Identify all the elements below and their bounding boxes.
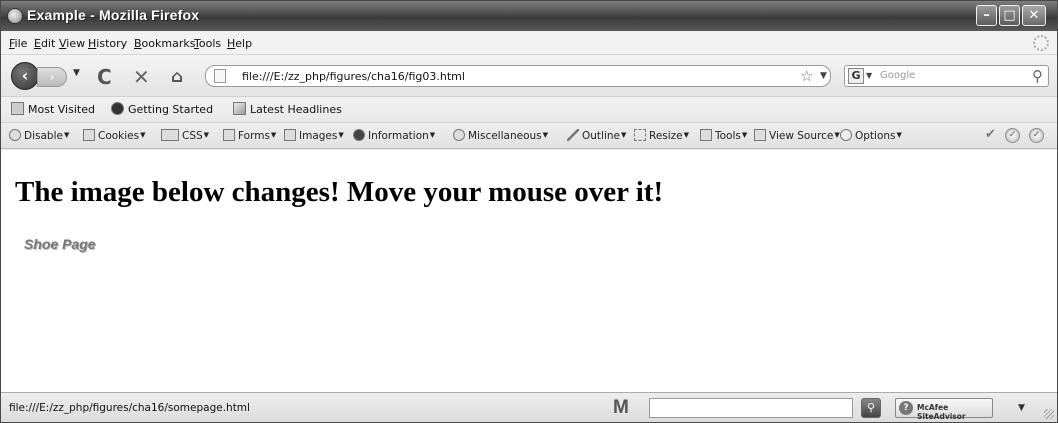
options-icon bbox=[840, 129, 852, 141]
dev-tools[interactable]: Tools▼ bbox=[700, 129, 747, 142]
bookmark-label: Most Visited bbox=[28, 103, 95, 116]
dev-label: CSS bbox=[182, 130, 203, 142]
url-bar[interactable]: file:///E:/zz_php/figures/cha16/fig03.ht… bbox=[205, 65, 831, 87]
dev-images[interactable]: Images▼ bbox=[284, 129, 344, 142]
title-bar: Example - Mozilla Firefox – □ ✕ bbox=[1, 1, 1057, 31]
menu-file[interactable]: File bbox=[9, 37, 27, 50]
checkmark-icon[interactable]: ✔ bbox=[983, 128, 998, 143]
dev-label: Images bbox=[299, 130, 338, 142]
web-developer-toolbar: Disable▼ Cookies▼ CSS▼ Forms▼ Images▼ In… bbox=[1, 123, 1057, 149]
status-url: file:///E:/zz_php/figures/cha16/somepage… bbox=[9, 402, 250, 414]
dev-outline[interactable]: Outline▼ bbox=[567, 129, 626, 142]
minimize-button[interactable]: – bbox=[976, 5, 997, 26]
outline-icon bbox=[567, 129, 579, 141]
dev-label: Cookies bbox=[98, 130, 140, 142]
menu-history[interactable]: History bbox=[88, 37, 127, 50]
page-content: The image below changes! Move your mouse… bbox=[1, 150, 1057, 392]
css-status-icon[interactable]: ✓ bbox=[1005, 128, 1020, 143]
menu-bar: File Edit View History Bookmarks Tools H… bbox=[1, 31, 1057, 55]
back-button[interactable]: ‹ bbox=[11, 62, 39, 90]
feed-icon bbox=[233, 102, 246, 115]
dev-label: Resize bbox=[649, 130, 683, 142]
bookmark-star-icon[interactable]: ☆ bbox=[800, 67, 813, 85]
siteadvisor-dropdown-icon[interactable]: ▼ bbox=[1018, 403, 1025, 413]
dev-label: View Source bbox=[769, 130, 834, 142]
dev-label: Outline bbox=[582, 130, 620, 142]
dev-options[interactable]: Options▼ bbox=[840, 129, 902, 142]
browser-window: Example - Mozilla Firefox – □ ✕ File Edi… bbox=[0, 0, 1058, 423]
information-icon bbox=[353, 129, 365, 141]
firefox-icon bbox=[7, 8, 23, 24]
search-go-icon[interactable]: ⚲ bbox=[1032, 67, 1043, 85]
css-icon bbox=[161, 129, 179, 141]
dev-information[interactable]: Information▼ bbox=[353, 129, 435, 142]
js-status-icon[interactable]: ✓ bbox=[1029, 128, 1044, 143]
forward-button[interactable]: › bbox=[37, 67, 67, 87]
dev-label: Tools bbox=[715, 130, 741, 142]
reload-icon[interactable]: C bbox=[97, 65, 112, 89]
help-icon: ? bbox=[899, 401, 913, 415]
dev-label: Forms bbox=[238, 130, 270, 142]
menu-bookmarks[interactable]: Bookmarks bbox=[134, 37, 195, 50]
dev-disable[interactable]: Disable▼ bbox=[9, 129, 69, 142]
dev-label: Information bbox=[368, 130, 429, 142]
bookmark-label: Latest Headlines bbox=[250, 103, 342, 116]
menu-tools[interactable]: Tools bbox=[194, 37, 221, 50]
dev-forms[interactable]: Forms▼ bbox=[223, 129, 276, 142]
bookmark-most-visited[interactable]: Most Visited bbox=[11, 102, 95, 116]
dev-label: Miscellaneous bbox=[468, 130, 542, 142]
dev-view-source[interactable]: View Source▼ bbox=[754, 129, 840, 142]
shoe-page-link[interactable]: Shoe Page bbox=[24, 236, 96, 252]
tools-icon bbox=[700, 129, 712, 141]
activity-throbber-icon bbox=[1033, 35, 1049, 51]
view-source-icon bbox=[754, 129, 766, 141]
magnifier-icon[interactable]: ⚲ bbox=[861, 398, 881, 418]
search-placeholder[interactable]: Google bbox=[880, 70, 915, 81]
home-icon[interactable]: ⌂ bbox=[171, 67, 183, 87]
url-dropdown-icon[interactable]: ▼ bbox=[820, 71, 827, 81]
forms-icon bbox=[223, 129, 235, 141]
menu-view[interactable]: View bbox=[59, 37, 85, 50]
status-bar: file:///E:/zz_php/figures/cha16/somepage… bbox=[1, 392, 1057, 422]
dev-label: Disable bbox=[24, 130, 63, 142]
search-engine-icon[interactable]: G bbox=[848, 68, 864, 84]
siteadvisor-button[interactable]: ? McAfee SiteAdvisor bbox=[895, 398, 993, 421]
navigation-toolbar: ‹ › ▼ C ✕ ⌂ file:///E:/zz_php/figures/ch… bbox=[1, 55, 1057, 97]
maximize-button[interactable]: □ bbox=[999, 5, 1020, 26]
most-visited-icon bbox=[11, 102, 24, 115]
images-icon bbox=[284, 129, 296, 141]
page-heading: The image below changes! Move your mouse… bbox=[15, 176, 664, 208]
menu-edit[interactable]: Edit bbox=[34, 37, 55, 50]
close-button[interactable]: ✕ bbox=[1022, 5, 1046, 26]
cookies-icon bbox=[83, 129, 95, 141]
dev-miscellaneous[interactable]: Miscellaneous▼ bbox=[453, 129, 548, 142]
status-search-input[interactable] bbox=[649, 398, 853, 418]
m-logo-icon[interactable]: M bbox=[613, 397, 629, 419]
dev-cookies[interactable]: Cookies▼ bbox=[83, 129, 146, 142]
search-box[interactable]: G ▼ Google ⚲ bbox=[844, 65, 1049, 87]
dev-label: Options bbox=[855, 130, 896, 142]
miscellaneous-icon bbox=[453, 129, 465, 141]
url-text[interactable]: file:///E:/zz_php/figures/cha16/fig03.ht… bbox=[242, 70, 465, 83]
stop-icon[interactable]: ✕ bbox=[133, 65, 150, 89]
engine-dropdown-icon[interactable]: ▼ bbox=[866, 71, 872, 80]
dev-resize[interactable]: Resize▼ bbox=[634, 129, 689, 142]
bookmark-latest-headlines[interactable]: Latest Headlines bbox=[233, 102, 342, 116]
menu-help[interactable]: Help bbox=[227, 37, 252, 50]
resize-grip-icon[interactable] bbox=[1044, 409, 1054, 419]
resize-icon bbox=[634, 129, 646, 141]
history-dropdown-icon[interactable]: ▼ bbox=[73, 68, 80, 78]
bookmark-label: Getting Started bbox=[128, 103, 214, 116]
disable-icon bbox=[9, 129, 21, 141]
firefox-bookmark-icon bbox=[111, 102, 124, 115]
bookmark-getting-started[interactable]: Getting Started bbox=[111, 102, 213, 116]
dev-css[interactable]: CSS▼ bbox=[161, 129, 209, 142]
siteadvisor-label: McAfee SiteAdvisor bbox=[917, 403, 966, 421]
bookmarks-toolbar: Most Visited Getting Started Latest Head… bbox=[1, 97, 1057, 123]
page-icon bbox=[214, 69, 226, 83]
window-title: Example - Mozilla Firefox bbox=[27, 7, 200, 23]
